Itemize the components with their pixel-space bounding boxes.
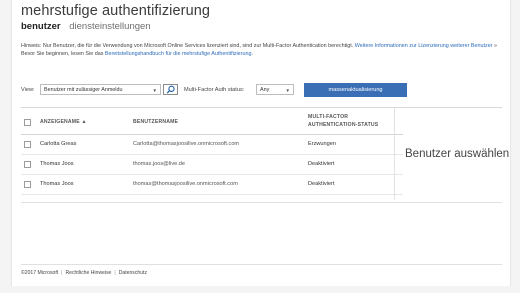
- license-notice: Hinweis: Nur Benutzer, die für die Verwe…: [21, 43, 506, 59]
- mfa-status-select[interactable]: Any ▼: [256, 84, 294, 95]
- user-name-cell: thomas@thomasjoosilive.onmicrosoft.com: [133, 181, 238, 187]
- mfa-status-cell: Deaktiviert: [308, 181, 335, 187]
- footer-legal-link[interactable]: Rechtliche Hinweise: [66, 270, 112, 276]
- page-container: mehrstufige authentifizierung benutzer d…: [11, 0, 511, 286]
- panel-divider: [394, 108, 395, 200]
- tab-benutzer[interactable]: benutzer: [21, 21, 61, 32]
- search-icon: [166, 85, 175, 94]
- row-checkbox[interactable]: [24, 181, 31, 188]
- chevron-down-icon: ▼: [285, 88, 290, 93]
- filter-bar: View: Benutzer mit zulässiger Anmeldu ▼ …: [21, 83, 501, 98]
- table-row[interactable]: Thomas Joos thomas.joos@live.de Deaktivi…: [21, 155, 403, 175]
- table-row[interactable]: Carlotta Greas Carlotta@thomasjoosilive.…: [21, 135, 403, 155]
- footer-copyright: ©2017 Microsoft: [21, 270, 59, 276]
- notice-text-2: Bevor Sie beginnen, lesen Sie das: [21, 50, 104, 57]
- user-name-cell: thomas.joos@live.de: [133, 161, 186, 167]
- view-select[interactable]: Benutzer mit zulässiger Anmeldu ▼: [40, 84, 161, 95]
- notice-text: Hinweis: Nur Benutzer, die für die Verwe…: [21, 43, 354, 49]
- tab-diensteinstellungen[interactable]: diensteinstellungen: [69, 21, 150, 32]
- page-title: mehrstufige authentifizierung: [21, 3, 211, 19]
- deployment-guide-link[interactable]: Bereitstellungshandbuch für die mehrstuf…: [105, 51, 252, 57]
- licensing-info-link[interactable]: Weitere Informationen zur Lizenzierung w…: [355, 43, 493, 49]
- mfa-status-cell: Deaktiviert: [308, 161, 335, 167]
- tab-bar: benutzer diensteinstellungen: [21, 21, 151, 32]
- user-name-cell: Carlotta@thomasjoosilive.onmicrosoft.com: [133, 141, 240, 147]
- mfa-status-label: Multi-Factor Auth status:: [184, 87, 245, 93]
- link-arrow: »: [494, 43, 498, 49]
- column-header-mfa-status-line2: AUTHENTICATION-STATUS: [308, 122, 379, 128]
- table-row[interactable]: Thomas Joos thomas@thomasjoosilive.onmic…: [21, 175, 403, 195]
- column-header-mfa-status-line1: MULTI-FACTOR: [308, 114, 349, 120]
- chevron-down-icon: ▼: [152, 88, 157, 93]
- footer-separator: |: [61, 270, 63, 276]
- mfa-status-cell: Erzwungen: [308, 141, 336, 147]
- column-header-user-name[interactable]: BENUTZERNAME: [133, 119, 178, 125]
- select-all-checkbox[interactable]: [24, 119, 31, 126]
- display-name-cell: Thomas Joos: [40, 181, 74, 187]
- row-checkbox[interactable]: [24, 161, 31, 168]
- detail-panel-title: Benutzer auswählen: [405, 148, 510, 160]
- display-name-cell: Carlotta Greas: [40, 141, 77, 147]
- search-button[interactable]: [163, 84, 178, 95]
- footer-separator: |: [114, 270, 116, 276]
- users-table: ANZEIGENAME ▲ BENUTZERNAME MULTI-FACTOR …: [21, 108, 403, 195]
- view-select-value: Benutzer mit zulässiger Anmeldu: [44, 87, 123, 93]
- bulk-update-button[interactable]: massenaktualisierung: [304, 83, 407, 97]
- row-checkbox[interactable]: [24, 141, 31, 148]
- notice-period: .: [251, 50, 253, 57]
- divider: [21, 202, 502, 203]
- display-name-cell: Thomas Joos: [40, 161, 74, 167]
- mfa-status-select-value: Any: [260, 87, 270, 93]
- footer-privacy-link[interactable]: Datenschutz: [119, 270, 147, 276]
- table-header: ANZEIGENAME ▲ BENUTZERNAME MULTI-FACTOR …: [21, 108, 403, 135]
- view-label: View:: [21, 87, 35, 93]
- footer: ©2017 Microsoft | Rechtliche Hinweise | Date…: [21, 264, 502, 276]
- column-header-display-name[interactable]: ANZEIGENAME ▲: [40, 119, 87, 125]
